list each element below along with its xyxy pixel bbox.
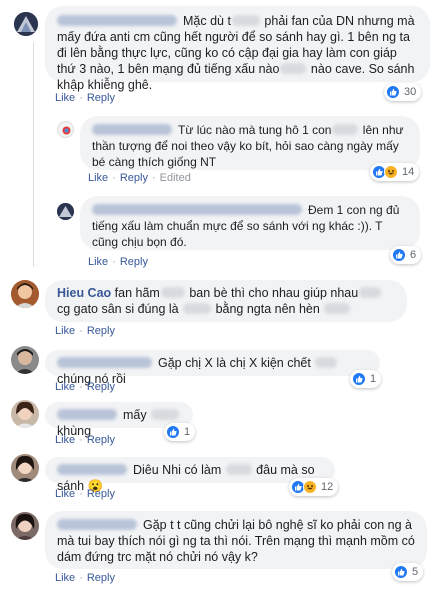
comment-actions: Like · Reply [55, 381, 115, 393]
commenter-name[interactable] [57, 519, 137, 530]
comment-actions: Like · Reply · Edited [88, 172, 191, 184]
avatar[interactable] [11, 280, 39, 308]
avatar[interactable] [11, 400, 39, 428]
comment-text-segment: mấy [123, 408, 151, 422]
like-icon [394, 565, 408, 579]
like-icon [166, 425, 180, 439]
comment-bubble: Gặp t t cũng chửi lại bô nghệ sĩ ko phải… [45, 511, 427, 569]
like-link[interactable]: Like [88, 172, 108, 184]
reply-link[interactable]: Reply [120, 256, 148, 268]
comment-bubble: Đem 1 con ng đủ tiếng xấu làm chuẩn mực … [80, 196, 420, 250]
avatar[interactable] [57, 121, 74, 138]
comment-actions: Like · Reply [55, 488, 115, 500]
comment-actions: Like · Reply [55, 325, 115, 337]
avatar[interactable] [57, 203, 74, 220]
edited-label: Edited [159, 172, 191, 184]
haha-icon [303, 480, 317, 494]
reply-link[interactable]: Reply [87, 92, 115, 104]
comment-bubble: Mặc dù t phải fan của DN nhưng mà mấy đứ… [45, 6, 430, 92]
reaction-summary[interactable]: 6 [390, 246, 422, 264]
avatar[interactable] [11, 454, 39, 482]
comment-text-segment: fan hãm [114, 286, 160, 300]
like-link[interactable]: Like [55, 381, 75, 393]
comment-text-segment: bằng ngta nên hèn [212, 302, 324, 316]
like-link[interactable]: Like [55, 488, 75, 500]
reply-link[interactable]: Reply [120, 172, 148, 184]
reaction-summary[interactable]: 1 [350, 370, 382, 388]
reply-link[interactable]: Reply [87, 325, 115, 337]
reaction-count: 12 [321, 481, 334, 493]
reaction-summary[interactable]: 1 [164, 423, 196, 441]
commenter-name[interactable] [57, 409, 117, 420]
comment-text-segment: Từ lúc nào mà tung hô 1 con [178, 123, 332, 137]
comment-text-segment: Gặp chị X là chị X kiện chết [158, 356, 315, 370]
reaction-count: 30 [404, 86, 417, 98]
reply-link[interactable]: Reply [87, 488, 115, 500]
redacted-text [324, 303, 351, 314]
comment-actions: Like · Reply [55, 434, 115, 446]
redacted-text [359, 287, 382, 298]
commenter-name[interactable] [57, 15, 177, 26]
comment-bubble: Hieu Cao fan hãm ban bè thì cho nhau giú… [45, 280, 407, 322]
comment-text-segment: cg gato sân si đúng là [57, 302, 183, 316]
reply-link[interactable]: Reply [87, 572, 115, 584]
reaction-summary[interactable]: 30 [384, 83, 422, 101]
commenter-name[interactable]: Hieu Cao [57, 286, 111, 300]
comment-bubble: Từ lúc nào mà tung hô 1 con lên như thần… [80, 116, 420, 170]
comment-actions: Like · Reply [55, 572, 115, 584]
redacted-text [225, 464, 252, 475]
avatar[interactable] [11, 512, 39, 540]
comment-text-segment: Diêu Nhi có làm [133, 463, 225, 477]
like-icon [392, 248, 406, 262]
like-icon [386, 85, 400, 99]
commenter-name[interactable] [57, 464, 127, 475]
like-icon [352, 372, 366, 386]
reply-link[interactable]: Reply [87, 434, 115, 446]
comment-actions: Like · Reply [88, 256, 148, 268]
redacted-text [151, 409, 180, 420]
redacted-text [183, 303, 212, 314]
reaction-summary[interactable]: 14 [370, 163, 420, 181]
like-link[interactable]: Like [88, 256, 108, 268]
avatar[interactable] [11, 346, 39, 374]
like-link[interactable]: Like [55, 572, 75, 584]
commenter-name[interactable] [92, 124, 172, 135]
reaction-count: 1 [184, 426, 191, 438]
reaction-count: 1 [370, 373, 377, 385]
reply-thread-line [33, 42, 34, 267]
haha-icon [384, 165, 398, 179]
like-link[interactable]: Like [55, 325, 75, 337]
comment-actions: Like · Reply [55, 92, 115, 104]
redacted-text [315, 357, 338, 368]
redacted-text [332, 124, 359, 135]
comment-text-segment: Mặc dù t [183, 14, 231, 28]
like-link[interactable]: Like [55, 434, 75, 446]
reaction-count: 6 [410, 249, 417, 261]
reaction-count: 5 [412, 566, 419, 578]
reply-link[interactable]: Reply [87, 381, 115, 393]
redacted-text [280, 63, 307, 74]
reaction-count: 14 [402, 166, 415, 178]
comment-text-segment: ban bè thì cho nhau giúp nhau [185, 286, 359, 300]
redacted-text [231, 15, 260, 26]
commenter-name[interactable] [92, 204, 302, 215]
avatar[interactable] [14, 12, 38, 36]
reaction-summary[interactable]: 12 [289, 478, 339, 496]
comment-bubble: Gặp chị X là chị X kiện chết chúng nó rồ… [45, 350, 380, 386]
commenter-name[interactable] [57, 357, 152, 368]
like-link[interactable]: Like [55, 92, 75, 104]
redacted-text [160, 287, 185, 298]
reaction-summary[interactable]: 5 [392, 563, 424, 581]
